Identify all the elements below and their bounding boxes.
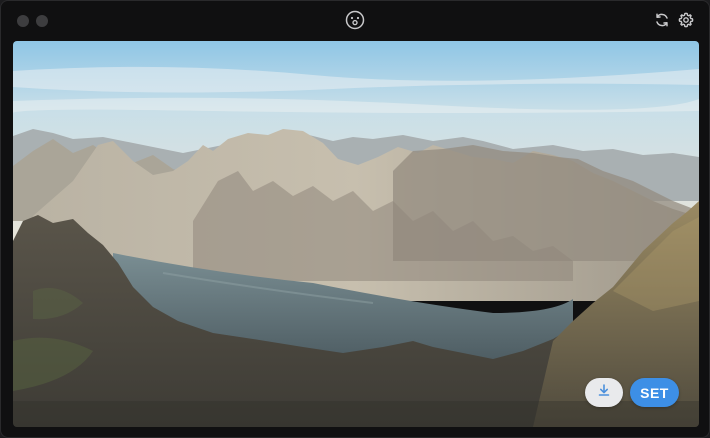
title-bar[interactable]	[1, 1, 709, 41]
wallpaper-preview	[13, 41, 699, 427]
close-window-button[interactable]	[17, 15, 29, 27]
gear-icon[interactable]	[678, 12, 694, 28]
download-button[interactable]	[585, 378, 623, 407]
minimize-window-button[interactable]	[36, 15, 48, 27]
face-logo-icon[interactable]	[345, 10, 365, 30]
set-wallpaper-button[interactable]: SET	[630, 378, 679, 407]
download-icon	[597, 383, 611, 402]
refresh-icon[interactable]	[654, 12, 670, 28]
app-window: SET	[0, 0, 710, 438]
